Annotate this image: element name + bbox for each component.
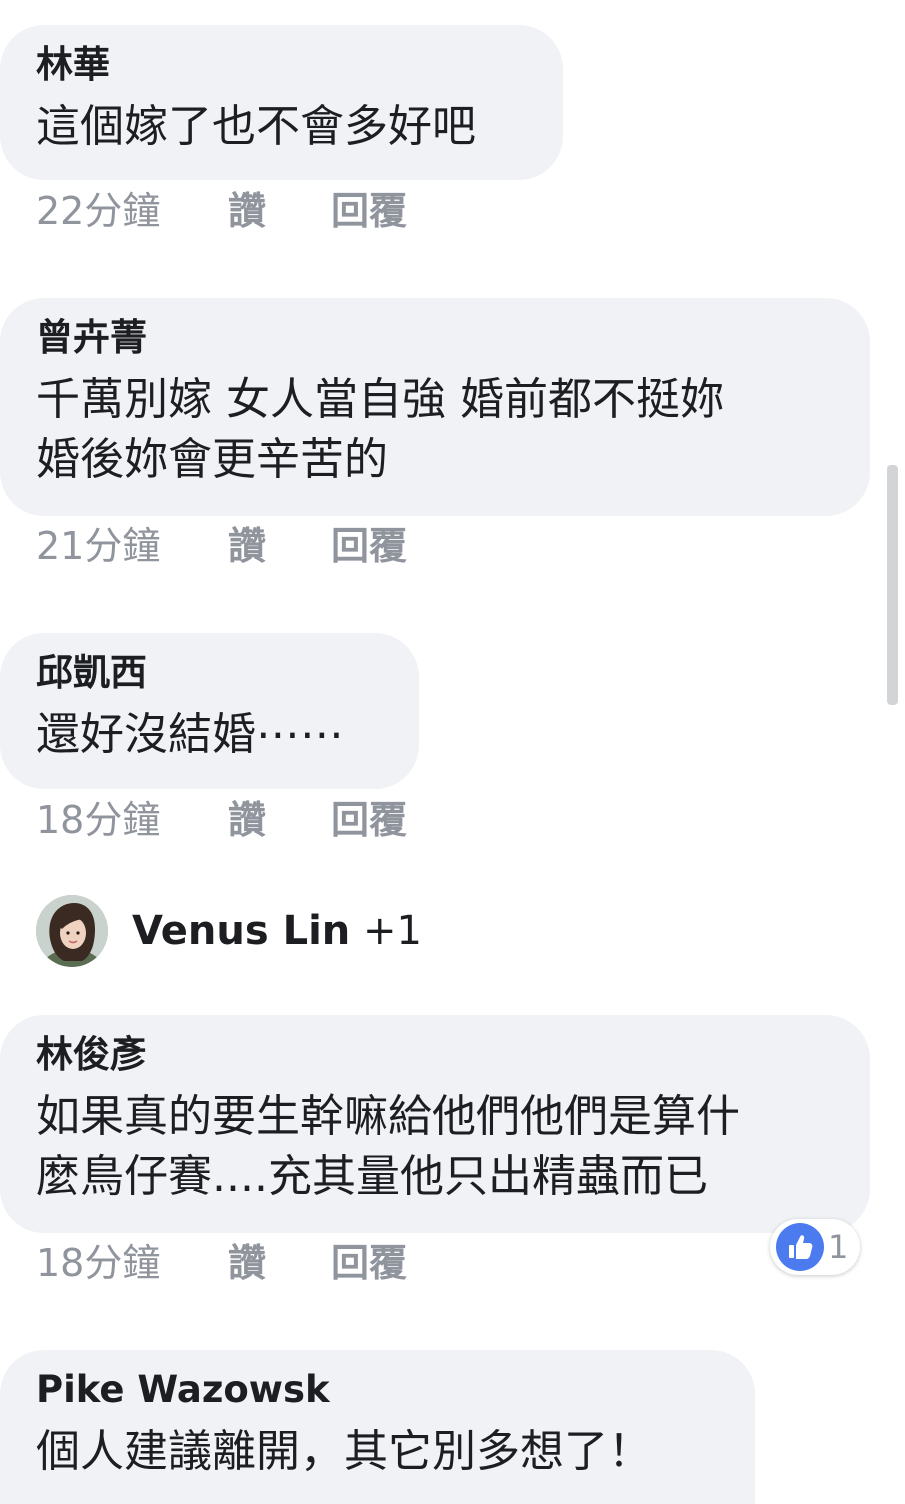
reply-button[interactable]: 回覆 xyxy=(331,183,407,239)
like-button[interactable]: 讚 xyxy=(228,792,331,848)
comment-bubble: Pike Wazowsk 個人建議離開，其它別多想了！ xyxy=(0,1350,755,1504)
like-button[interactable]: 讚 xyxy=(228,183,331,239)
scrollbar-thumb[interactable] xyxy=(887,465,898,705)
reaction-count: 1 xyxy=(828,1228,849,1266)
comment-text-line: 千萬別嫁 女人當自強 婚前都不挺妳 xyxy=(36,374,724,425)
comment-text-line: 婚後妳會更辛苦的 xyxy=(36,434,388,485)
comment-bubble: 林華 這個嫁了也不會多好吧 xyxy=(0,25,563,180)
comments-feed: 林華 這個嫁了也不會多好吧 22分鐘讚回覆 曾卉菁 千萬別嫁 女人當自強 婚前都… xyxy=(0,0,905,1504)
comment-actions: 18分鐘讚回覆 xyxy=(36,792,407,848)
reply-button[interactable]: 回覆 xyxy=(331,792,407,848)
comment-text-line: 如果真的要生幹嘛給他們他們是算什 xyxy=(36,1091,740,1142)
user-avatar[interactable] xyxy=(36,895,108,967)
comment-timestamp[interactable]: 22分鐘 xyxy=(36,183,228,239)
comment-timestamp[interactable]: 18分鐘 xyxy=(36,792,228,848)
comment-author[interactable]: 邱凱西 xyxy=(36,651,383,695)
comment-timestamp[interactable]: 21分鐘 xyxy=(36,518,228,574)
reply-button[interactable]: 回覆 xyxy=(331,518,407,574)
comment-author[interactable]: Pike Wazowsk xyxy=(36,1368,719,1412)
comment-actions: 21分鐘讚回覆 xyxy=(36,518,407,574)
reaction-badge[interactable]: 1 xyxy=(770,1219,860,1275)
more-replies-label[interactable]: Venus Lin +1 xyxy=(132,905,422,957)
thumbs-up-icon xyxy=(776,1223,824,1271)
comment-actions: 22分鐘讚回覆 xyxy=(36,183,407,239)
comment-bubble: 林俊彥 如果真的要生幹嘛給他們他們是算什 麼鳥仔賽....充其量他只出精蟲而已 xyxy=(0,1015,870,1233)
comment-bubble: 曾卉菁 千萬別嫁 女人當自強 婚前都不挺妳 婚後妳會更辛苦的 xyxy=(0,298,870,516)
reply-button[interactable]: 回覆 xyxy=(331,1235,407,1291)
comment-text-line: 這個嫁了也不會多好吧 xyxy=(36,101,476,152)
comment-text: 如果真的要生幹嘛給他們他們是算什 麼鳥仔賽....充其量他只出精蟲而已 xyxy=(36,1087,834,1207)
like-button[interactable]: 讚 xyxy=(228,1235,331,1291)
comment-timestamp[interactable]: 18分鐘 xyxy=(36,1235,228,1291)
comment-actions: 18分鐘讚回覆 xyxy=(36,1235,407,1291)
comment-author[interactable]: 林華 xyxy=(36,43,527,87)
like-button[interactable]: 讚 xyxy=(228,518,331,574)
comment-author[interactable]: 曾卉菁 xyxy=(36,316,834,360)
reply-author-name: Venus Lin xyxy=(132,908,351,954)
comment-author[interactable]: 林俊彥 xyxy=(36,1033,834,1077)
comment-bubble: 邱凱西 還好沒結婚⋯⋯ xyxy=(0,633,419,789)
comment-text-line: 還好沒結婚⋯⋯ xyxy=(36,709,344,760)
comment-text-line: 麼鳥仔賽....充其量他只出精蟲而已 xyxy=(36,1151,708,1202)
avatar-photo xyxy=(36,895,108,967)
comment-text: 千萬別嫁 女人當自強 婚前都不挺妳 婚後妳會更辛苦的 xyxy=(36,370,834,490)
reply-extra-count: +1 xyxy=(362,908,422,954)
comment-text-line: 個人建議離開，其它別多想了！ xyxy=(36,1426,652,1477)
